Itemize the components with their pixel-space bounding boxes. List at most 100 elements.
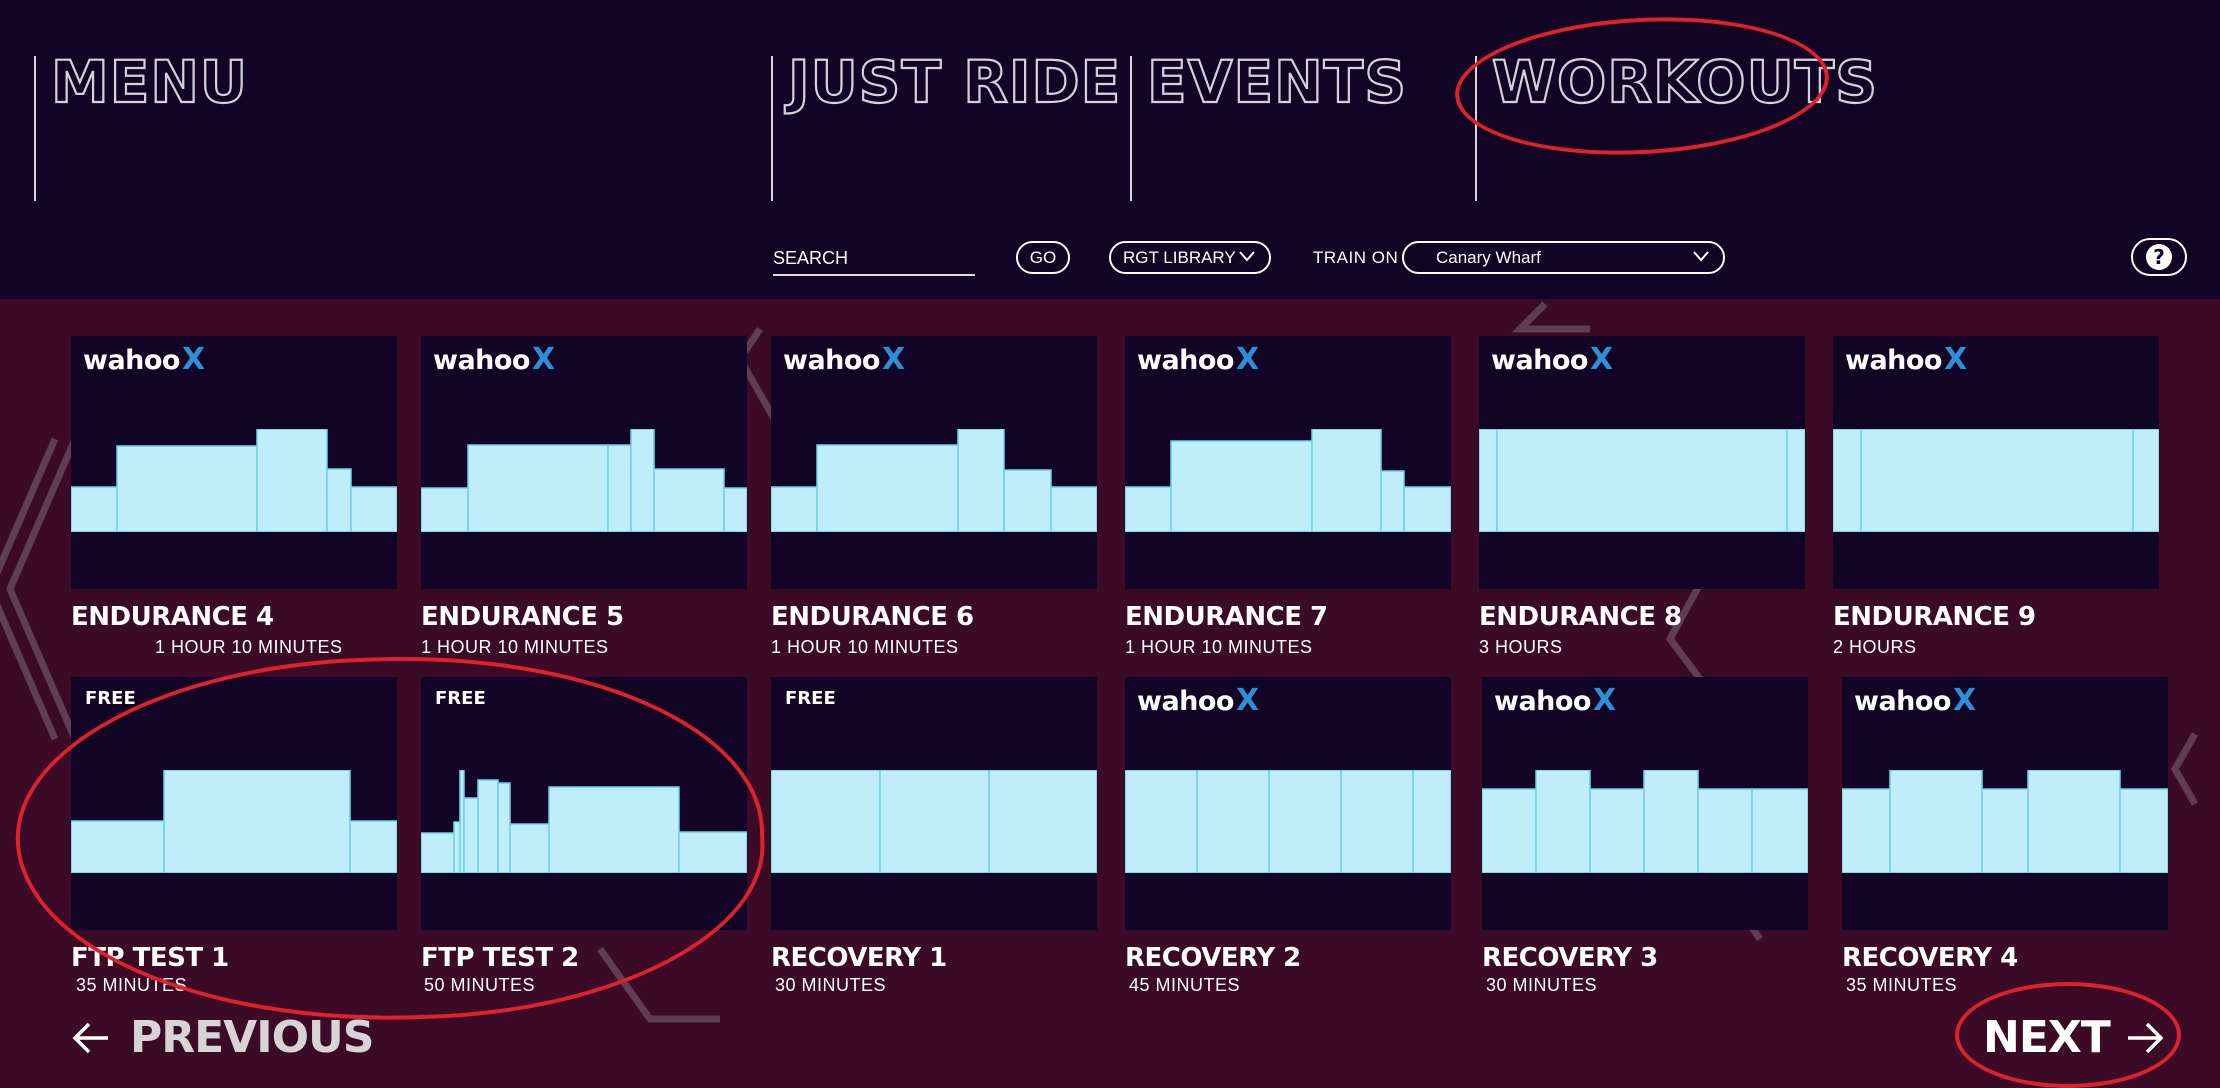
- workout-title[interactable]: RECOVERY 3: [1482, 943, 1658, 973]
- workout-interval-block: [1125, 486, 1172, 532]
- workout-interval-block: [607, 444, 632, 532]
- workout-profile-chart: [1125, 429, 1451, 532]
- free-badge: FREE: [85, 688, 136, 709]
- workout-interval-block: [256, 429, 328, 532]
- workout-card[interactable]: wahooX: [1479, 336, 1805, 589]
- workout-interval-block: [1340, 770, 1414, 873]
- train-on-label: TRAIN ON: [1313, 248, 1399, 267]
- search-input[interactable]: [773, 244, 975, 272]
- next-button[interactable]: NEXT: [1983, 1012, 2164, 1063]
- workout-profile-chart: [1842, 770, 2168, 873]
- search-field[interactable]: [773, 244, 975, 276]
- workout-card[interactable]: wahooX: [71, 336, 397, 589]
- workout-interval-block: [349, 820, 397, 873]
- wahoo-x-logo: wahooX: [1137, 342, 1259, 377]
- nav-tab-just-ride[interactable]: JUST RIDE: [771, 47, 1121, 201]
- workout-interval-block: [2119, 788, 2168, 873]
- workout-interval-block: [548, 786, 680, 873]
- workout-card[interactable]: FREE: [771, 677, 1097, 930]
- free-badge: FREE: [785, 688, 836, 709]
- help-button[interactable]: ?: [2131, 238, 2187, 276]
- nav-tab-workouts[interactable]: WORKOUTS: [1475, 47, 1878, 201]
- wahoo-x-logo: wahooX: [83, 342, 205, 377]
- workout-title[interactable]: RECOVERY 1: [771, 943, 947, 973]
- wahoo-x-logo: wahooX: [1854, 683, 1976, 718]
- nav-tab-menu[interactable]: MENU: [34, 47, 248, 201]
- wahoo-x-logo: wahooX: [1845, 342, 1967, 377]
- wahoo-x-logo: wahooX: [783, 342, 905, 377]
- previous-button[interactable]: PREVIOUS: [72, 1012, 374, 1063]
- go-button[interactable]: GO: [1016, 241, 1070, 274]
- workout-duration: 3 HOURS: [1479, 637, 1563, 657]
- workout-interval-block: [1786, 429, 1805, 532]
- workout-duration: 2 HOURS: [1833, 637, 1917, 657]
- wahoo-x-logo: wahooX: [1494, 683, 1616, 718]
- workout-interval-block: [1003, 469, 1052, 532]
- workout-card[interactable]: wahooX: [1125, 677, 1451, 930]
- workout-interval-block: [1196, 770, 1270, 873]
- workout-interval-block: [421, 832, 455, 873]
- wahoo-x-logo: wahooX: [1137, 683, 1259, 718]
- workout-interval-block: [653, 468, 725, 532]
- workout-title[interactable]: ENDURANCE 9: [1833, 602, 2036, 632]
- workout-interval-block: [497, 782, 511, 873]
- workout-duration: 30 MINUTES: [1486, 975, 1598, 995]
- workout-duration: 1 HOUR 10 MINUTES: [421, 637, 609, 657]
- workout-title[interactable]: ENDURANCE 7: [1125, 602, 1328, 632]
- workout-interval-block: [1535, 770, 1591, 873]
- workout-title[interactable]: FTP TEST 2: [421, 943, 579, 973]
- workout-interval-block: [771, 770, 881, 873]
- workout-title[interactable]: ENDURANCE 4: [71, 602, 274, 632]
- workout-title[interactable]: ENDURANCE 5: [421, 602, 624, 632]
- arrow-left-icon: [72, 1022, 108, 1053]
- workout-profile-chart: [71, 429, 397, 532]
- workout-interval-block: [1479, 429, 1498, 532]
- workout-duration: 45 MINUTES: [1129, 975, 1241, 995]
- workout-card[interactable]: wahooX: [421, 336, 747, 589]
- workout-title[interactable]: ENDURANCE 8: [1479, 602, 1682, 632]
- workout-card[interactable]: wahooX: [1833, 336, 2159, 589]
- nav-tab-just-ride-label: JUST RIDE: [787, 47, 1122, 117]
- workout-interval-block: [1050, 486, 1097, 532]
- workout-interval-block: [1412, 770, 1451, 873]
- workout-interval-block: [453, 821, 461, 873]
- workout-interval-block: [1311, 429, 1382, 532]
- workout-card[interactable]: wahooX: [1482, 677, 1808, 930]
- train-on-dropdown[interactable]: Canary Wharf: [1402, 241, 1725, 274]
- workout-card[interactable]: FREE: [71, 677, 397, 930]
- workout-interval-block: [1589, 788, 1645, 873]
- workout-title[interactable]: ENDURANCE 6: [771, 602, 974, 632]
- workout-profile-chart: [1833, 429, 2159, 532]
- workout-card[interactable]: wahooX: [1125, 336, 1451, 589]
- train-on-dropdown-value: Canary Wharf: [1436, 247, 1541, 267]
- library-dropdown[interactable]: RGT LIBRARY: [1109, 241, 1271, 274]
- workout-interval-block: [163, 770, 351, 873]
- chevron-down-icon: [1693, 251, 1709, 262]
- workout-profile-chart: [421, 429, 747, 532]
- workout-title[interactable]: RECOVERY 4: [1842, 943, 2018, 973]
- nav-tab-menu-label: MENU: [50, 47, 248, 117]
- workout-interval-block: [467, 444, 609, 532]
- workout-card[interactable]: FREE: [421, 677, 747, 930]
- help-icon: ?: [2146, 244, 2172, 270]
- go-button-label: GO: [1029, 247, 1057, 267]
- workout-interval-block: [988, 770, 1097, 873]
- workout-title[interactable]: RECOVERY 2: [1125, 943, 1301, 973]
- workout-title[interactable]: FTP TEST 1: [71, 943, 229, 973]
- workout-interval-block: [1697, 788, 1753, 873]
- nav-tab-events[interactable]: EVENTS: [1130, 47, 1407, 201]
- workout-interval-block: [1889, 770, 1983, 873]
- workout-profile-chart: [1482, 770, 1808, 873]
- previous-button-label: PREVIOUS: [130, 1012, 374, 1063]
- workout-interval-block: [771, 486, 818, 532]
- workout-duration: 30 MINUTES: [775, 975, 887, 995]
- workout-card[interactable]: wahooX: [771, 336, 1097, 589]
- workout-interval-block: [463, 797, 479, 873]
- wahoo-x-logo: wahooX: [433, 342, 555, 377]
- workout-card[interactable]: wahooX: [1842, 677, 2168, 930]
- chevron-down-icon: [1239, 251, 1255, 262]
- workout-interval-block: [1496, 429, 1788, 532]
- workout-profile-chart: [421, 770, 747, 873]
- workout-interval-block: [1751, 788, 1808, 873]
- workout-duration: 1 HOUR 10 MINUTES: [771, 637, 959, 657]
